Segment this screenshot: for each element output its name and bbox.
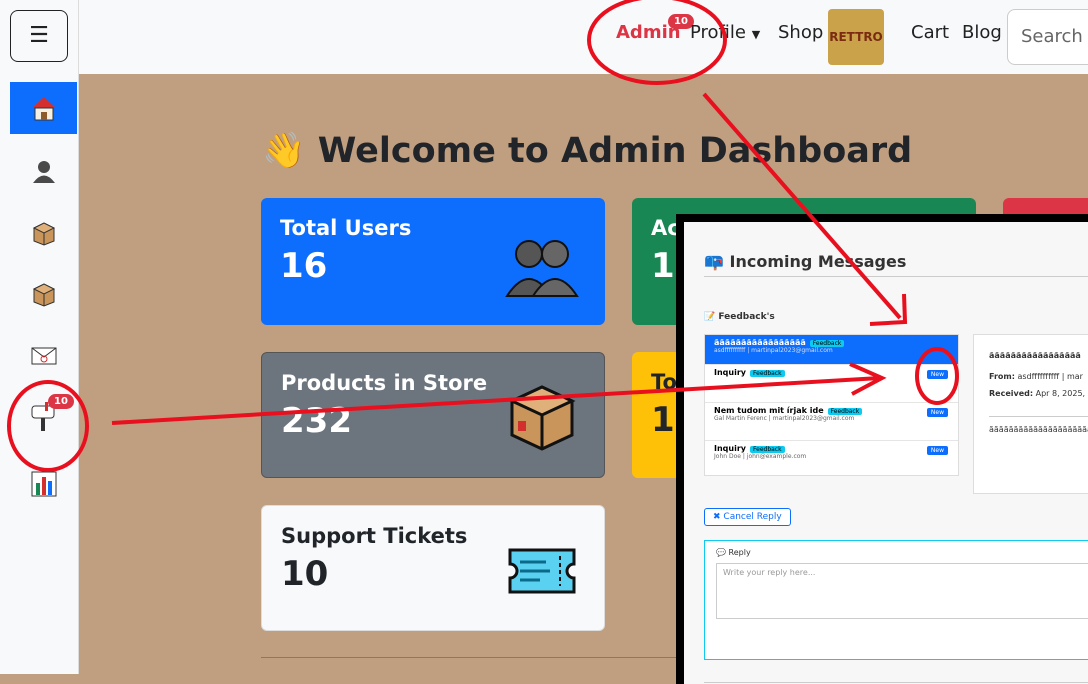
divider: [704, 682, 1088, 683]
annotation-arrow-line: [702, 92, 902, 320]
annotation-circle-mailbox: [7, 380, 89, 472]
red-annotation-layer: [7, 0, 959, 472]
annotation-circle-admin: [587, 0, 727, 85]
annotation-circle-new-badge: [915, 347, 959, 405]
annotation-arrow-line: [111, 376, 881, 425]
annotation-arrow-head: [869, 293, 908, 326]
